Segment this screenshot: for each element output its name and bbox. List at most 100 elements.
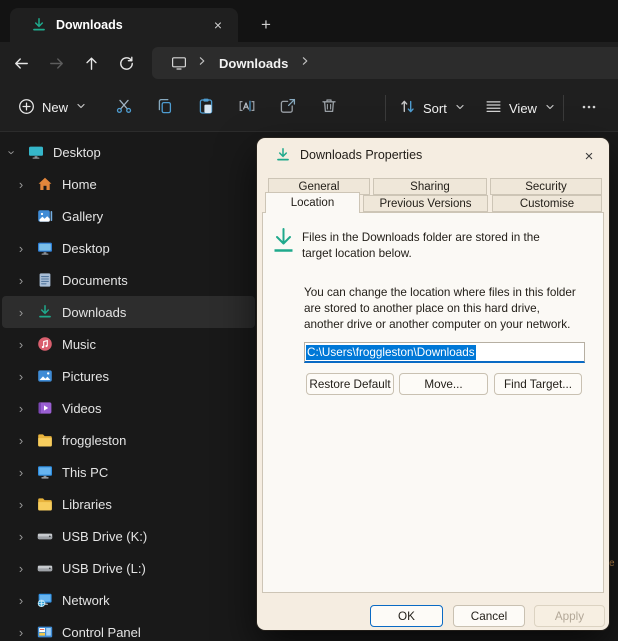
view-button[interactable]: View xyxy=(477,91,564,125)
sidebar-item-label: This PC xyxy=(62,465,108,480)
copy-button[interactable] xyxy=(146,91,184,125)
close-tab-button[interactable]: × xyxy=(206,13,230,37)
location-tab-panel: Files in the Downloads folder are stored… xyxy=(262,212,604,593)
new-button[interactable]: New xyxy=(8,91,97,125)
chevron-icon[interactable]: › xyxy=(13,433,29,448)
chevron-icon[interactable]: › xyxy=(13,337,29,352)
sidebar-item-network[interactable]: › Network xyxy=(2,584,255,616)
download-icon-large xyxy=(270,226,297,261)
sidebar-item-label: Gallery xyxy=(62,209,103,224)
sidebar-item-froggleston[interactable]: › froggleston xyxy=(2,424,255,456)
dialog-close-button[interactable]: × xyxy=(575,143,603,169)
sidebar-item-music[interactable]: › Music xyxy=(2,328,255,360)
cut-button[interactable] xyxy=(105,91,143,125)
restore-default-button[interactable]: Restore Default xyxy=(306,373,394,395)
item-icon xyxy=(37,496,53,512)
chevron-icon[interactable]: › xyxy=(13,561,29,576)
chevron-icon[interactable]: › xyxy=(13,177,29,192)
chevron-down-icon xyxy=(544,101,556,116)
downloads-properties-dialog: Downloads Properties × GeneralSharingSec… xyxy=(257,138,609,630)
sidebar: › Desktop › Home › Gallery › Desktop › D… xyxy=(0,136,257,641)
chevron-icon[interactable]: › xyxy=(13,305,29,320)
item-icon xyxy=(28,144,44,160)
sort-arrows-icon xyxy=(399,98,416,118)
item-icon xyxy=(37,272,53,288)
refresh-button[interactable] xyxy=(109,46,144,80)
sidebar-item-this-pc[interactable]: › This PC xyxy=(2,456,255,488)
chevron-icon[interactable]: › xyxy=(13,497,29,512)
breadcrumb-downloads[interactable]: Downloads xyxy=(217,56,290,71)
chevron-down-icon xyxy=(454,101,466,116)
forward-button[interactable] xyxy=(39,46,74,80)
item-icon xyxy=(37,208,53,224)
share-button[interactable] xyxy=(269,91,307,125)
dialog-tab-location[interactable]: Location xyxy=(265,192,360,213)
item-icon xyxy=(37,368,53,384)
rename-icon xyxy=(238,97,256,118)
chevron-icon[interactable]: › xyxy=(13,465,29,480)
sidebar-item-home[interactable]: › Home xyxy=(2,168,255,200)
dialog-tab-security[interactable]: Security xyxy=(490,178,602,195)
view-button-label: View xyxy=(509,101,537,116)
sidebar-item-libraries[interactable]: › Libraries xyxy=(2,488,255,520)
chevron-right-icon[interactable] xyxy=(196,54,208,72)
rename-button[interactable] xyxy=(228,91,266,125)
dialog-tab-sharing[interactable]: Sharing xyxy=(373,178,487,195)
plus-circle-icon xyxy=(18,98,35,118)
sidebar-item-label: Downloads xyxy=(62,305,126,320)
new-button-label: New xyxy=(42,100,68,115)
sort-button[interactable]: Sort xyxy=(391,91,474,125)
chevron-icon[interactable]: › xyxy=(13,401,29,416)
chevron-icon[interactable]: › xyxy=(13,529,29,544)
sidebar-item-usb-drive-k[interactable]: › USB Drive (K:) xyxy=(2,520,255,552)
command-toolbar: New Sort View xyxy=(0,84,618,132)
dialog-tab-previous-versions[interactable]: Previous Versions xyxy=(363,195,488,212)
find-target-button[interactable]: Find Target... xyxy=(494,373,582,395)
dialog-tab-customise[interactable]: Customise xyxy=(492,195,602,212)
sidebar-item-label: Control Panel xyxy=(62,625,141,640)
sidebar-item-control-panel[interactable]: › Control Panel xyxy=(2,616,255,641)
chevron-right-icon[interactable] xyxy=(299,54,311,72)
main-area: › Desktop › Home › Gallery › Desktop › D… xyxy=(0,132,618,641)
sidebar-item-videos[interactable]: › Videos xyxy=(2,392,255,424)
sidebar-item-pictures[interactable]: › Pictures xyxy=(2,360,255,392)
more-options-button[interactable] xyxy=(570,91,608,125)
clipboard-icon xyxy=(197,97,215,118)
ok-button[interactable]: OK xyxy=(370,605,443,627)
item-icon xyxy=(37,560,53,576)
back-button[interactable] xyxy=(4,46,39,80)
chevron-icon[interactable]: › xyxy=(5,144,20,160)
chevron-icon[interactable]: › xyxy=(13,241,29,256)
sidebar-item-downloads[interactable]: › Downloads xyxy=(2,296,255,328)
file-explorer-window: Downloads × + Downloads New Sor xyxy=(0,0,618,641)
sidebar-item-label: Documents xyxy=(62,273,128,288)
trash-icon xyxy=(320,97,338,118)
chevron-icon[interactable]: › xyxy=(13,273,29,288)
move-button[interactable]: Move... xyxy=(399,373,488,395)
item-icon xyxy=(37,432,53,448)
sidebar-item-desktop[interactable]: › Desktop xyxy=(2,232,255,264)
sidebar-item-desktop[interactable]: › Desktop xyxy=(2,136,255,168)
address-bar[interactable]: Downloads xyxy=(152,47,618,79)
scissors-icon xyxy=(115,97,133,118)
chevron-icon[interactable]: › xyxy=(13,593,29,608)
sidebar-item-usb-drive-l[interactable]: › USB Drive (L:) xyxy=(2,552,255,584)
location-path-input[interactable]: C:\Users\froggleston\Downloads xyxy=(304,342,585,363)
chevron-icon[interactable]: › xyxy=(13,369,29,384)
cancel-button[interactable]: Cancel xyxy=(453,605,525,627)
new-tab-button[interactable]: + xyxy=(251,11,281,39)
apply-button[interactable]: Apply xyxy=(534,605,605,627)
sidebar-item-label: froggleston xyxy=(62,433,126,448)
up-button[interactable] xyxy=(74,46,109,80)
path-selected-text: C:\Users\froggleston\Downloads xyxy=(306,345,476,360)
sidebar-item-gallery[interactable]: › Gallery xyxy=(2,200,255,232)
sidebar-item-label: Pictures xyxy=(62,369,109,384)
sidebar-item-documents[interactable]: › Documents xyxy=(2,264,255,296)
chevron-icon[interactable]: › xyxy=(13,625,29,640)
paste-button[interactable] xyxy=(187,91,225,125)
delete-button[interactable] xyxy=(310,91,348,125)
sidebar-item-label: Desktop xyxy=(53,145,101,160)
toolbar-divider xyxy=(563,95,564,121)
tab-downloads[interactable]: Downloads × xyxy=(10,8,238,42)
sidebar-item-label: Videos xyxy=(62,401,102,416)
